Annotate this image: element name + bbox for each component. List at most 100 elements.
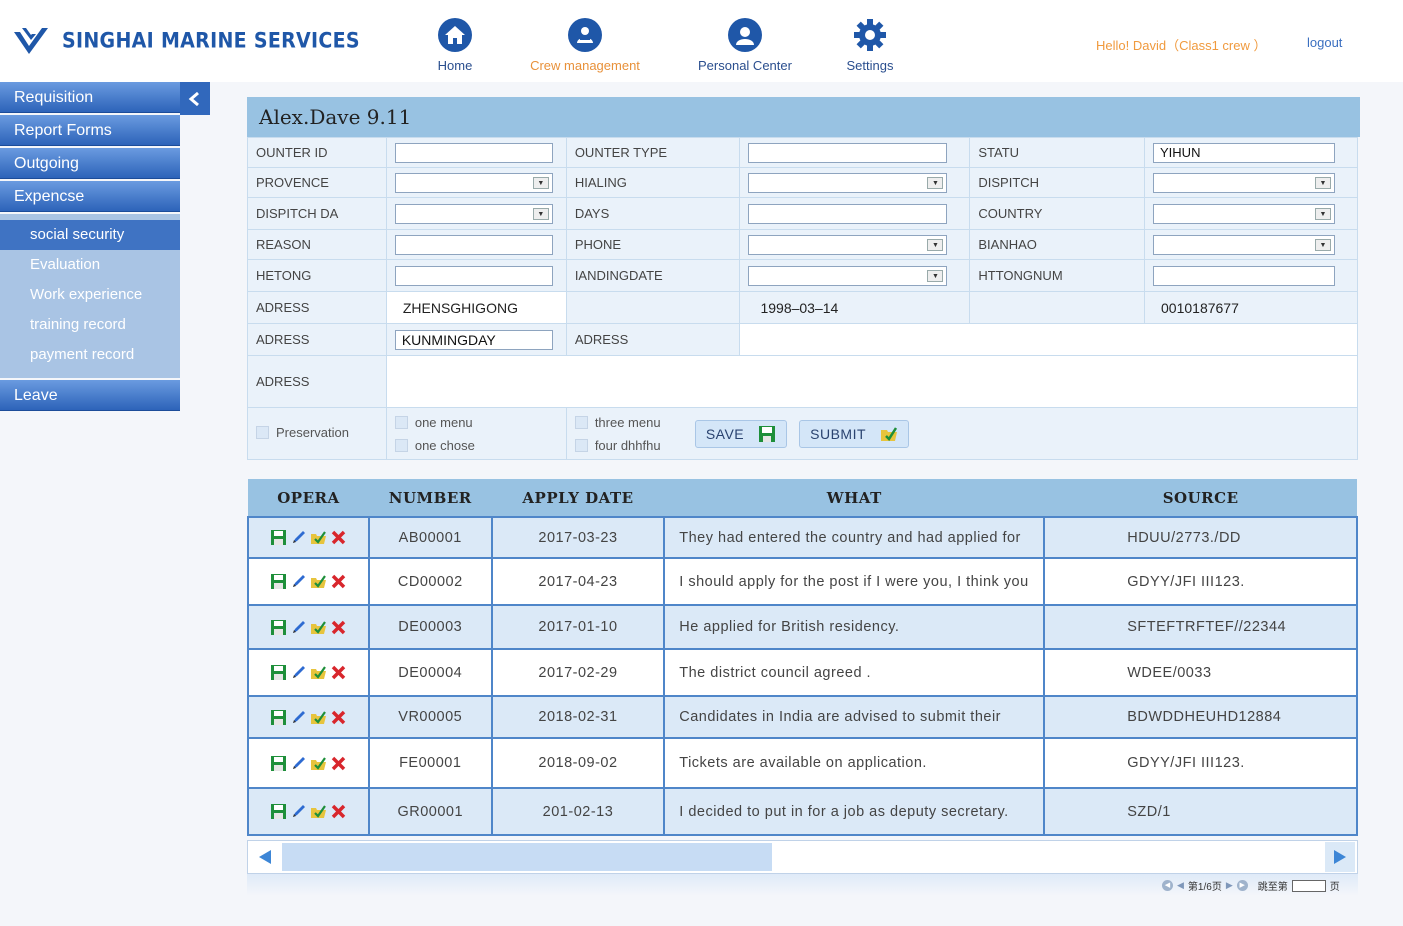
- logout-link[interactable]: logout: [1307, 35, 1342, 50]
- adress-field-wide[interactable]: [739, 323, 1358, 356]
- hialing-select[interactable]: ▼: [748, 172, 948, 193]
- save-row-icon[interactable]: [270, 664, 287, 681]
- nav-settings[interactable]: Settings: [820, 18, 920, 73]
- pencil-icon[interactable]: [290, 619, 307, 636]
- provence-select[interactable]: ▼: [394, 172, 553, 193]
- save-row-icon[interactable]: [270, 573, 287, 590]
- save-row-icon[interactable]: [270, 529, 287, 546]
- table-row[interactable]: AB00001 2017-03-23 They had entered the …: [247, 516, 1358, 559]
- one-chose-checkbox[interactable]: one chose: [394, 438, 558, 453]
- last-page-icon[interactable]: ▶: [1236, 880, 1248, 891]
- sidebar-item-requisition[interactable]: Requisition: [0, 82, 180, 113]
- pencil-icon[interactable]: [290, 529, 307, 546]
- scroll-thumb[interactable]: [282, 843, 772, 871]
- ounter-id-input[interactable]: [394, 142, 553, 163]
- folder-check-icon[interactable]: [310, 755, 327, 772]
- save-row-icon[interactable]: [270, 755, 287, 772]
- submit-button[interactable]: SUBMIT: [799, 419, 910, 448]
- next-page-icon[interactable]: ▶: [1226, 880, 1233, 891]
- folder-check-icon[interactable]: [310, 573, 327, 590]
- delete-x-icon[interactable]: [330, 755, 347, 772]
- dispitch-select[interactable]: ▼: [1153, 172, 1336, 193]
- page-jump-input[interactable]: [1291, 879, 1326, 892]
- prev-page-icon[interactable]: ◀: [1177, 880, 1184, 891]
- reason-input[interactable]: [394, 234, 553, 255]
- table-row[interactable]: FE00001 2018-09-02 Tickets are available…: [247, 737, 1358, 789]
- col-header-source[interactable]: SOURCE: [1044, 479, 1357, 517]
- save-button[interactable]: SAVE: [694, 419, 788, 448]
- table-row[interactable]: GR00001 201-02-13 I decided to put in fo…: [247, 787, 1358, 836]
- scroll-left-button[interactable]: [250, 842, 280, 872]
- httongnum-input[interactable]: [1153, 265, 1336, 286]
- folder-check-icon[interactable]: [310, 619, 327, 636]
- dispitch-da-select[interactable]: ▼: [394, 203, 553, 224]
- nav-personal-center[interactable]: Personal Center: [670, 18, 820, 73]
- iandingdate-select[interactable]: ▼: [748, 265, 948, 286]
- brand-logo-icon: [14, 28, 48, 54]
- sidebar-item-leave[interactable]: Leave: [0, 380, 180, 411]
- table-row[interactable]: DE00003 2017-01-10 He applied for Britis…: [247, 604, 1358, 650]
- pencil-icon[interactable]: [290, 803, 307, 820]
- sidebar-sub-evaluation[interactable]: Evaluation: [0, 250, 180, 280]
- horizontal-scrollbar[interactable]: [247, 840, 1358, 874]
- pencil-icon[interactable]: [290, 664, 307, 681]
- sidebar-collapse-button[interactable]: [180, 82, 210, 115]
- pencil-icon[interactable]: [290, 709, 307, 726]
- dropdown-arrow-icon: ▼: [927, 176, 944, 189]
- ounter-type-input[interactable]: [748, 142, 948, 163]
- save-row-icon[interactable]: [270, 803, 287, 820]
- delete-x-icon[interactable]: [330, 573, 347, 590]
- nav-crew-management[interactable]: Crew management: [500, 18, 670, 73]
- scroll-right-button[interactable]: [1325, 842, 1355, 872]
- table-row[interactable]: CD00002 2017-04-23 I should apply for th…: [247, 557, 1358, 606]
- delete-x-icon[interactable]: [330, 664, 347, 681]
- cell-number: DE00004: [367, 648, 493, 697]
- cell-apply-date: 2017-04-23: [490, 557, 666, 606]
- phone-select[interactable]: ▼: [748, 234, 948, 255]
- sidebar-sub-social-security[interactable]: social security: [0, 220, 180, 250]
- first-page-icon[interactable]: ◀: [1162, 880, 1173, 891]
- label-reason: REASON: [247, 229, 387, 260]
- country-select[interactable]: ▼: [1153, 203, 1336, 224]
- pencil-icon[interactable]: [290, 755, 307, 772]
- statu-input[interactable]: [1153, 142, 1336, 163]
- sidebar-item-outgoing[interactable]: Outgoing: [0, 148, 180, 179]
- pencil-icon[interactable]: [290, 573, 307, 590]
- folder-check-icon[interactable]: [310, 529, 327, 546]
- delete-x-icon[interactable]: [330, 709, 347, 726]
- sidebar-sub-work-experience[interactable]: Work experience: [0, 280, 180, 310]
- folder-check-icon[interactable]: [310, 803, 327, 820]
- table-row[interactable]: VR00005 2018-02-31 Candidates in India a…: [247, 695, 1358, 739]
- cell-source: BDWDDHEUHD12884: [1043, 695, 1358, 739]
- delete-x-icon[interactable]: [330, 529, 347, 546]
- sidebar-sub-payment-record[interactable]: payment record: [0, 340, 180, 370]
- delete-x-icon[interactable]: [330, 803, 347, 820]
- hetong-input[interactable]: [394, 265, 553, 286]
- one-menu-checkbox[interactable]: one menu: [394, 415, 558, 430]
- nav-home[interactable]: Home: [410, 18, 500, 73]
- user-greeting: Hello! David（Class1 crew ）: [1096, 38, 1267, 53]
- adress-input[interactable]: [394, 329, 553, 350]
- preservation-checkbox[interactable]: Preservation: [256, 425, 349, 440]
- folder-check-icon[interactable]: [310, 664, 327, 681]
- sidebar-sub-training-record[interactable]: training record: [0, 310, 180, 340]
- three-menu-checkbox[interactable]: three menu: [574, 415, 695, 430]
- four-checkbox[interactable]: four dhhfhu: [574, 438, 695, 453]
- row-actions: [247, 648, 370, 697]
- col-header-opera[interactable]: OPERA: [248, 479, 369, 517]
- save-row-icon[interactable]: [270, 619, 287, 636]
- brand-logo[interactable]: SINGHAI MARINE SERVICES: [12, 24, 360, 58]
- col-header-number[interactable]: NUMBER: [368, 479, 492, 517]
- sidebar-item-report-forms[interactable]: Report Forms: [0, 115, 180, 146]
- bianhao-select[interactable]: ▼: [1153, 234, 1336, 255]
- col-header-what[interactable]: WHAT: [664, 479, 1045, 517]
- cell-number: CD00002: [367, 557, 493, 606]
- folder-check-icon[interactable]: [310, 709, 327, 726]
- delete-x-icon[interactable]: [330, 619, 347, 636]
- days-input[interactable]: [748, 203, 948, 224]
- table-row[interactable]: DE00004 2017-02-29 The district council …: [247, 648, 1358, 697]
- save-row-icon[interactable]: [270, 709, 287, 726]
- adress-textarea[interactable]: [385, 355, 1359, 408]
- col-header-apply-date[interactable]: APPLY DATE: [491, 479, 665, 517]
- sidebar-item-expencse[interactable]: Expencse: [0, 181, 180, 212]
